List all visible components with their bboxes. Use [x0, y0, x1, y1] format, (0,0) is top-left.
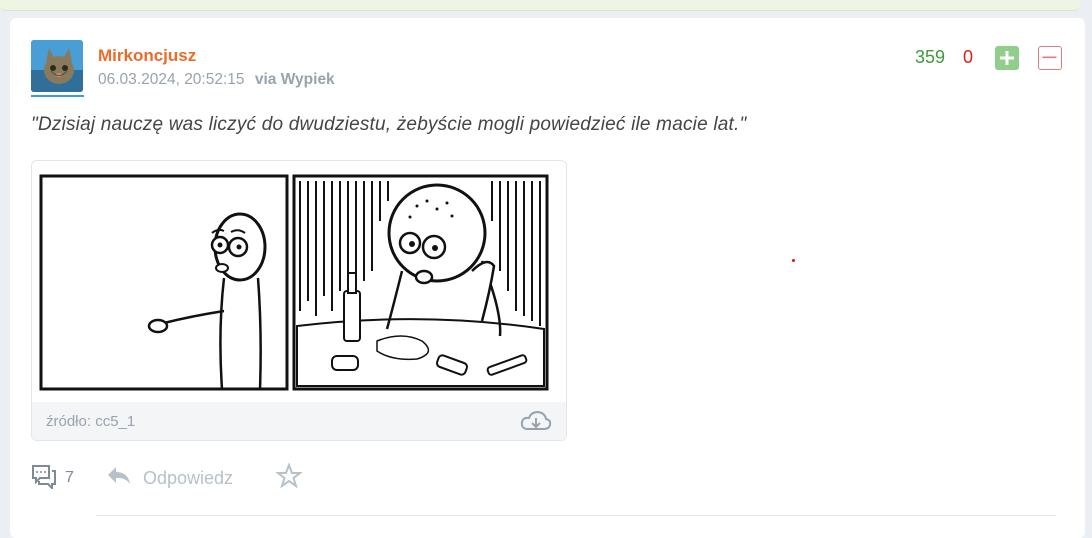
star-icon[interactable] — [275, 462, 303, 494]
download-cloud-icon[interactable] — [520, 410, 552, 437]
vote-minus-count: 0 — [963, 47, 974, 67]
vote-up-button[interactable] — [995, 46, 1019, 70]
vote-plus-count: 359 — [915, 47, 946, 67]
entry-date[interactable]: 06.03.2024, 20:52:15 — [98, 71, 245, 88]
embed-source: źródło: cc5_1 — [46, 413, 136, 430]
entry-meta: 06.03.2024, 20:52:15 via Wypiek — [98, 71, 335, 89]
comic-image[interactable] — [32, 161, 566, 402]
embed-footer: źródło: cc5_1 — [32, 402, 566, 440]
entry-text: "Dzisiaj nauczę was liczyć do dwudziestu… — [31, 114, 747, 135]
author-name[interactable]: Mirkoncjusz — [98, 46, 196, 66]
comic-drawing — [39, 174, 549, 391]
comments-icon[interactable] — [31, 463, 57, 494]
cursor-dot — [792, 259, 795, 262]
plus-icon — [1000, 51, 1014, 65]
minus-icon — [1042, 56, 1057, 59]
user-avatar[interactable] — [31, 40, 83, 92]
embed-card: źródło: cc5_1 — [31, 160, 567, 441]
entry-card: Mirkoncjusz 06.03.2024, 20:52:15 via Wyp… — [10, 18, 1085, 538]
cat-avatar-icon — [31, 40, 83, 92]
reply-button[interactable]: Odpowiedz — [143, 468, 233, 489]
reply-icon[interactable] — [106, 465, 132, 492]
entry-via[interactable]: via Wypiek — [255, 71, 335, 88]
comments-count[interactable]: 7 — [65, 469, 74, 487]
avatar-underline — [31, 95, 84, 97]
previous-entry-strip — [0, 0, 1080, 11]
vote-down-button[interactable] — [1038, 46, 1062, 70]
comment-divider — [96, 515, 1056, 516]
